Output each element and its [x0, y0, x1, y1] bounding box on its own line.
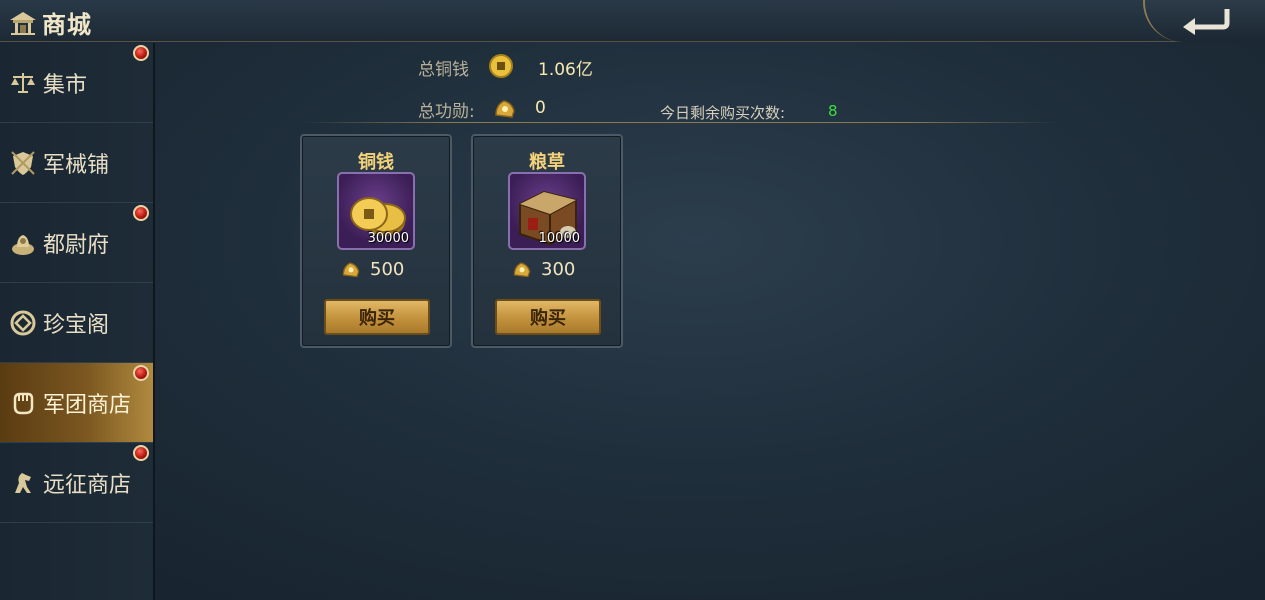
seal-icon: [12, 234, 34, 255]
merit-icon: [495, 100, 515, 118]
shop-item-card: 铜钱 30000 500 购买: [300, 134, 452, 348]
price-value: 500: [370, 258, 405, 280]
sidebar-item-market[interactable]: 集市: [0, 43, 153, 123]
buy-button[interactable]: 购买: [495, 299, 601, 335]
merit-icon: [342, 262, 360, 278]
scale-icon: [11, 72, 35, 93]
sidebar-item-label: 远征商店: [43, 472, 132, 498]
item-quantity: 30000: [367, 231, 409, 246]
item-icon-frame[interactable]: 10000: [508, 172, 586, 250]
top-bar: 商城: [0, 0, 1265, 42]
sidebar-item-armory[interactable]: 军械铺: [0, 123, 153, 203]
total-merit-label: 总功勋:: [418, 102, 475, 122]
back-arrow-icon: [1183, 9, 1230, 35]
sidebar-item-label: 珍宝阁: [43, 312, 110, 338]
shop-item-card: 粮草 10000 300 购买: [471, 134, 623, 348]
notification-badge: [133, 45, 149, 61]
item-name: 铜钱: [358, 152, 394, 173]
sidebar-item-label: 军械铺: [43, 152, 110, 178]
shop-pavilion-icon: [10, 11, 36, 35]
item-name: 粮草: [529, 152, 565, 173]
sidebar-item-legion-shop[interactable]: 军团商店: [0, 363, 153, 443]
remaining-purchases-label: 今日剩余购买次数:: [660, 104, 786, 122]
merit-icon: [513, 262, 531, 278]
copper-coin-icon: [489, 54, 513, 78]
sidebar-item-label: 集市: [43, 72, 88, 98]
price-value: 300: [541, 258, 576, 280]
page-title: 商城: [42, 11, 92, 39]
back-button[interactable]: [1143, 0, 1265, 42]
divider: [300, 122, 1060, 123]
item-price: 500: [340, 258, 404, 280]
item-quantity: 10000: [538, 231, 580, 246]
coin-icon: [10, 310, 36, 335]
sidebar-item-treasury[interactable]: 珍宝阁: [0, 283, 153, 363]
sidebar-item-expedition-shop[interactable]: 远征商店: [0, 443, 153, 523]
notification-badge: [133, 205, 149, 221]
item-icon-frame[interactable]: 30000: [337, 172, 415, 250]
notification-badge: [133, 365, 149, 381]
total-merit-value: 0: [535, 98, 546, 118]
fist-icon: [13, 392, 34, 414]
sidebar-item-commandery[interactable]: 都尉府: [0, 203, 153, 283]
shield-icon: [11, 150, 35, 175]
horse-icon: [15, 472, 31, 493]
notification-badge: [133, 445, 149, 461]
title-group: 商城: [8, 5, 92, 40]
item-price: 300: [511, 258, 575, 280]
sidebar-item-label: 军团商店: [43, 392, 132, 418]
buy-button[interactable]: 购买: [324, 299, 430, 335]
total-copper-value: 1.06亿: [538, 60, 593, 80]
sidebar-item-label: 都尉府: [43, 232, 110, 258]
sidebar: 集市 军械铺 都尉府 珍宝阁 军团商店 远征商店: [0, 43, 155, 600]
remaining-purchases-value: 8: [828, 102, 838, 120]
total-copper-label: 总铜钱: [418, 60, 469, 80]
